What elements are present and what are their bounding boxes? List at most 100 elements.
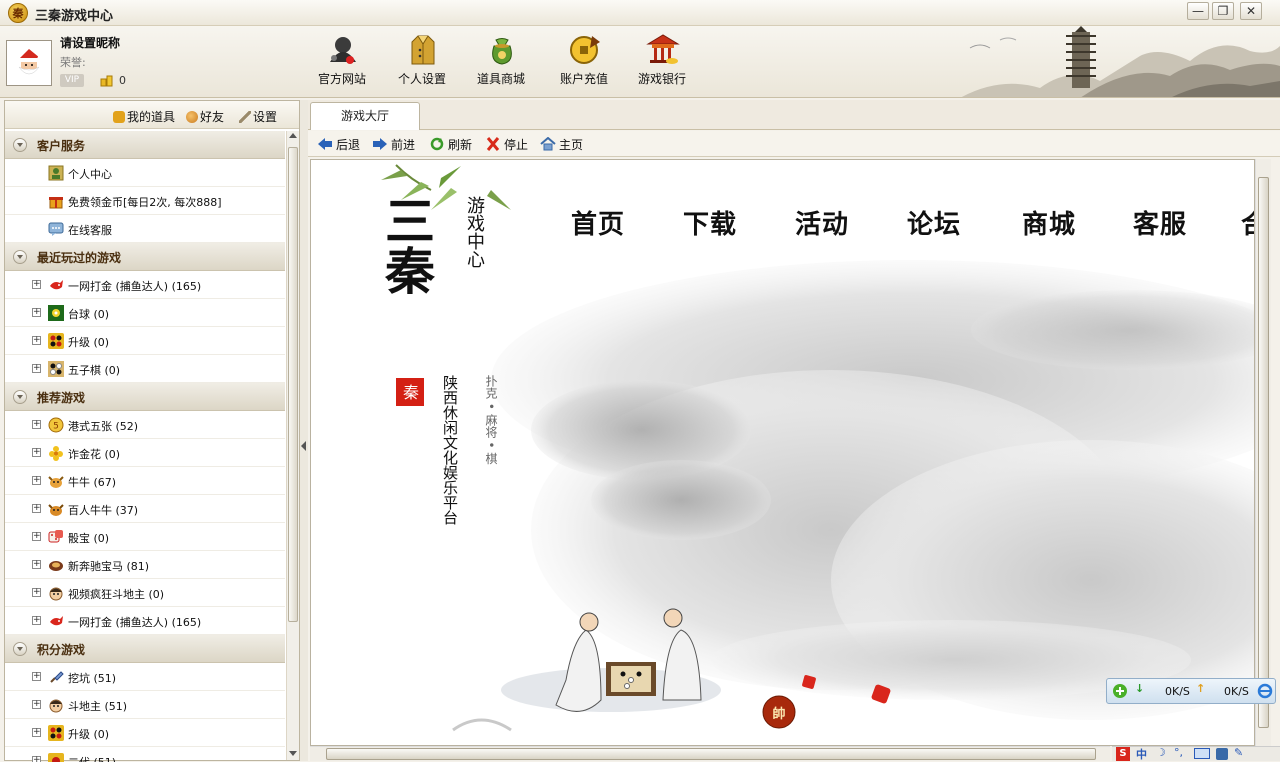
site-nav-service[interactable]: 客服 <box>1133 204 1187 241</box>
list-item[interactable]: + 二代 (51) <box>5 747 285 762</box>
collapse-chevron-icon[interactable] <box>13 138 27 152</box>
list-item[interactable]: 免费领金币[每日2次, 每次888] <box>5 187 285 215</box>
network-speed-widget[interactable]: ↓ 0K/S ↑ 0K/S <box>1106 678 1276 704</box>
category-points-games[interactable]: 积分游戏 <box>5 635 285 663</box>
expand-icon[interactable]: + <box>32 448 41 457</box>
list-item[interactable]: + 5 港式五张 (52) <box>5 411 285 439</box>
expand-icon[interactable]: + <box>32 616 41 625</box>
ime-mode[interactable]: 中 <box>1136 746 1147 762</box>
item-mall-icon <box>492 38 512 65</box>
expand-icon[interactable]: + <box>32 588 41 597</box>
nav-personal-settings-label: 个人设置 <box>397 72 446 86</box>
nav-official-site[interactable]: 官方网站 <box>306 30 378 96</box>
list-item[interactable]: + 升级 (0) <box>5 327 285 355</box>
expand-icon[interactable]: + <box>32 756 41 762</box>
settings-button[interactable]: 设置 <box>239 108 277 125</box>
scroll-down-icon[interactable] <box>289 751 297 756</box>
refresh-button[interactable]: 刷新 <box>429 136 472 153</box>
list-item[interactable]: + 一网打金 (捕鱼达人) (165) <box>5 607 285 635</box>
nav-game-bank[interactable]: 游戏银行 <box>626 30 698 96</box>
list-item-label: 个人中心 <box>68 168 112 181</box>
gomoku-icon <box>48 361 64 377</box>
expand-icon[interactable]: + <box>32 476 41 485</box>
keyboard-icon[interactable] <box>1194 748 1210 759</box>
expand-icon[interactable]: + <box>32 336 41 345</box>
nav-item-mall[interactable]: 道具商城 <box>465 30 537 96</box>
expand-icon[interactable]: + <box>32 280 41 289</box>
nav-account-recharge[interactable]: 账户充值 <box>548 30 620 96</box>
list-item[interactable]: + 挖坑 (51) <box>5 663 285 691</box>
list-item[interactable]: 在线客服 <box>5 215 285 243</box>
close-button[interactable]: ✕ <box>1240 2 1262 20</box>
list-item[interactable]: + 斗地主 (51) <box>5 691 285 719</box>
scroll-up-icon[interactable] <box>289 133 297 138</box>
header: 请设置昵称 荣誉: VIP 0 官方网站 个人设置 道具商城 账户充值 游戏银行 <box>0 26 1280 98</box>
list-item[interactable]: + 升级 (0) <box>5 719 285 747</box>
site-nav-home[interactable]: 首页 <box>571 204 625 241</box>
category-customer-service[interactable]: 客户服务 <box>5 131 285 159</box>
back-button[interactable]: 后退 <box>317 136 360 153</box>
site-nav-mall[interactable]: 商城 <box>1022 204 1076 241</box>
collapse-chevron-icon[interactable] <box>13 250 27 264</box>
list-item[interactable]: + 台球 (0) <box>5 299 285 327</box>
stop-button[interactable]: 停止 <box>485 136 528 153</box>
expand-icon[interactable]: + <box>32 700 41 709</box>
list-item[interactable]: + 新奔驰宝马 (81) <box>5 551 285 579</box>
expand-icon[interactable]: + <box>32 420 41 429</box>
site-nav-download[interactable]: 下载 <box>683 204 737 241</box>
list-item[interactable]: + 一网打金 (捕鱼达人) (165) <box>5 271 285 299</box>
nav-personal-settings[interactable]: 个人设置 <box>386 30 458 96</box>
category-recommended-games[interactable]: 推荐游戏 <box>5 383 285 411</box>
online-service-icon <box>48 222 64 236</box>
site-nav-more[interactable]: 合 <box>1241 204 1254 241</box>
avatar[interactable] <box>6 40 52 86</box>
collapse-chevron-icon[interactable] <box>13 642 27 656</box>
game-tree: 客户服务 个人中心 免费领金币[每日2次, 每次888] 在线客服 最近玩过的游… <box>5 131 285 762</box>
site-nav-events[interactable]: 活动 <box>795 204 849 241</box>
expand-icon[interactable]: + <box>32 560 41 569</box>
list-item[interactable]: + 牛牛 (67) <box>5 467 285 495</box>
left-scrollbar[interactable] <box>286 131 299 760</box>
list-item[interactable]: + 视频疯狂斗地主 (0) <box>5 579 285 607</box>
expand-icon[interactable]: + <box>32 672 41 681</box>
list-item[interactable]: + 骰宝 (0) <box>5 523 285 551</box>
list-item[interactable]: + 百人牛牛 (37) <box>5 495 285 523</box>
expand-icon[interactable]: + <box>32 532 41 541</box>
web-vertical-scrollbar[interactable] <box>1255 159 1271 746</box>
expand-icon[interactable]: + <box>32 308 41 317</box>
moon-icon[interactable]: ☽ <box>1156 746 1166 759</box>
category-recent-games[interactable]: 最近玩过的游戏 <box>5 243 285 271</box>
wrench-icon[interactable]: ✎ <box>1234 746 1243 759</box>
scroll-thumb[interactable] <box>288 147 298 622</box>
stop-label: 停止 <box>504 138 529 152</box>
panel-splitter[interactable] <box>300 100 308 761</box>
list-item-label: 台球 (0) <box>68 308 110 321</box>
forward-arrow-icon <box>373 138 387 150</box>
friends-button[interactable]: 好友 <box>186 108 224 125</box>
home-button[interactable]: 主页 <box>540 136 583 153</box>
scroll-thumb[interactable] <box>1258 177 1269 728</box>
maximize-button[interactable]: ❐ <box>1212 2 1234 20</box>
list-item[interactable]: 个人中心 <box>5 159 285 187</box>
list-item[interactable]: + 五子棋 (0) <box>5 355 285 383</box>
collapse-left-icon[interactable] <box>301 441 306 451</box>
tab-game-lobby[interactable]: 游戏大厅 <box>310 102 420 130</box>
honor-label: 荣誉: <box>60 56 86 69</box>
fish-game-icon <box>50 280 63 290</box>
expand-icon[interactable]: + <box>32 504 41 513</box>
sogou-ime-icon[interactable]: S <box>1116 747 1130 761</box>
web-horizontal-scrollbar[interactable] <box>310 746 1110 761</box>
my-items-button[interactable]: 我的道具 <box>113 108 175 125</box>
scroll-thumb[interactable] <box>326 748 1096 760</box>
site-nav-forum[interactable]: 论坛 <box>907 204 961 241</box>
expand-icon[interactable]: + <box>32 728 41 737</box>
expand-icon[interactable]: + <box>32 364 41 373</box>
nickname[interactable]: 请设置昵称 <box>60 34 120 51</box>
punctuation-icon[interactable]: °, <box>1174 746 1183 759</box>
accelerator-icon <box>1113 684 1127 698</box>
collapse-chevron-icon[interactable] <box>13 390 27 404</box>
forward-button[interactable]: 前进 <box>372 136 415 153</box>
list-item[interactable]: + 诈金花 (0) <box>5 439 285 467</box>
minimize-button[interactable]: — <box>1187 2 1209 20</box>
tray-icon[interactable] <box>1216 748 1228 760</box>
